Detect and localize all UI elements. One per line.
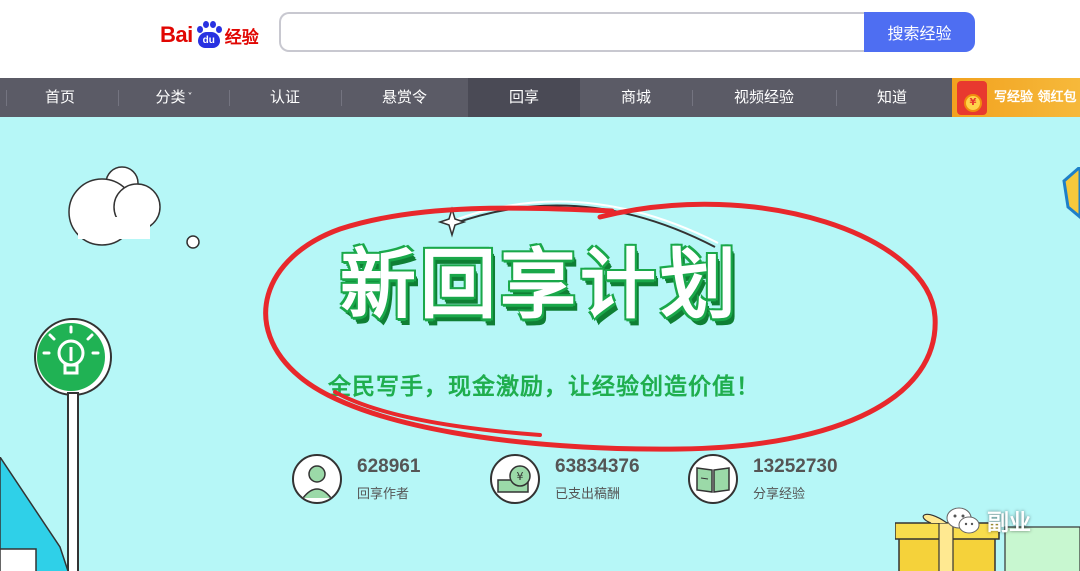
nav-divider [6, 90, 7, 106]
stat-number: 63834376 [555, 456, 640, 477]
stat-number: 13252730 [753, 456, 838, 477]
search-input[interactable] [279, 12, 867, 52]
nav-label: 悬赏令 [381, 88, 427, 106]
stat-number: 628961 [357, 456, 421, 477]
chevron-down-icon: ˅ [187, 92, 193, 103]
nav-label: 首页 [44, 88, 75, 106]
nav-label: 分类 [155, 88, 186, 106]
nav-item-home[interactable]: 首页 [0, 78, 120, 117]
stat-label: 已支出稿酬 [555, 487, 621, 502]
nav-label: 认证 [269, 88, 300, 106]
promo-text: 写经验 领红包 [994, 90, 1077, 105]
nav-item-certify[interactable]: 认证 [229, 78, 341, 117]
huixiang-banner: 新回享计划 全民写手，现金激励，让经验创造价值！ 628961 回享作者 ¥ 6… [0, 117, 1080, 571]
banner-subtitle: 全民写手，现金激励，让经验创造价值！ [328, 374, 760, 400]
logo-jingyan-text: 经验 [224, 27, 259, 48]
svg-text:¥: ¥ [517, 470, 524, 483]
author-icon [292, 454, 342, 504]
stat-label: 回享作者 [357, 487, 410, 502]
banner-title-wrap: 新回享计划 [330, 215, 790, 355]
banner-title: 新回享计划 [340, 240, 740, 329]
nav-item-category[interactable]: 分类 ˅ [118, 78, 230, 117]
coin-icon: ¥ [964, 94, 982, 112]
write-experience-promo[interactable]: ¥ 写经验 领红包 [952, 78, 1080, 117]
nav-label: 回享 [508, 88, 539, 106]
nav-item-bounty[interactable]: 悬赏令 [341, 78, 468, 117]
search-button[interactable]: 搜索经验 [864, 12, 975, 52]
nav-label: 商城 [620, 88, 651, 106]
nav-label: 知道 [876, 88, 907, 106]
logo-bai-text: Bai [160, 22, 193, 47]
money-icon: ¥ [490, 454, 540, 504]
paw-icon: du [195, 20, 223, 50]
watermark-text: 副业 [987, 511, 1032, 536]
site-header: Bai du 经验 搜索经验 [0, 0, 1080, 78]
baidu-logo[interactable]: Bai du 经验 [160, 18, 259, 52]
book-icon [688, 454, 738, 504]
stat-label: 分享经验 [753, 487, 806, 502]
logo-du-text: du [197, 32, 220, 48]
left-corner-decoration [0, 457, 69, 571]
watermark: 副业 [945, 505, 1031, 537]
nav-item-zhidao[interactable]: 知道 [836, 78, 948, 117]
nav-item-mall[interactable]: 商城 [580, 78, 692, 117]
right-edge-decoration [1062, 167, 1080, 219]
cloud-icon [68, 166, 200, 249]
nav-label: 视频经验 [733, 88, 794, 106]
nav-item-huixiang[interactable]: 回享 [468, 78, 580, 117]
main-nav: 首页 分类 ˅ 认证 悬赏令 回享 商城 视频经验 知道 [0, 78, 1080, 117]
wechat-icon [946, 507, 980, 534]
nav-item-video[interactable]: 视频经验 [692, 78, 836, 117]
